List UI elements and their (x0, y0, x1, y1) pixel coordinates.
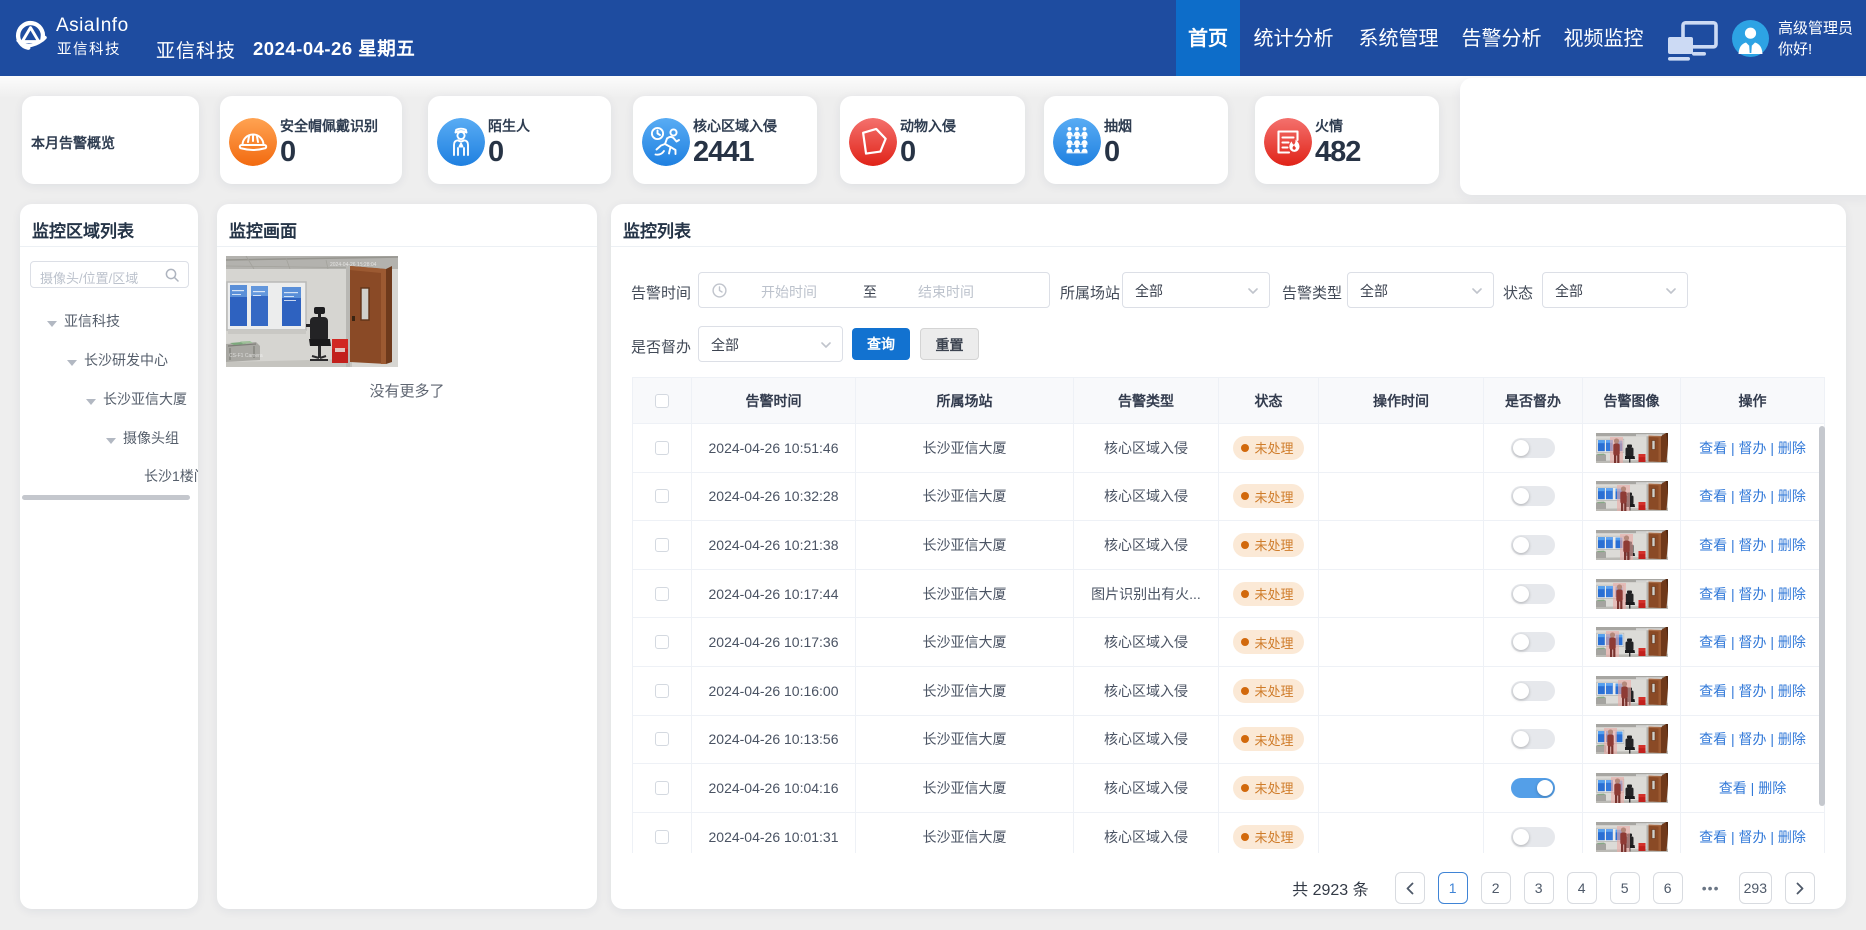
svg-text:CS-F1 Camera: CS-F1 Camera (229, 353, 263, 359)
svg-text:2024-04-26 15:28:04: 2024-04-26 15:28:04 (330, 262, 377, 268)
